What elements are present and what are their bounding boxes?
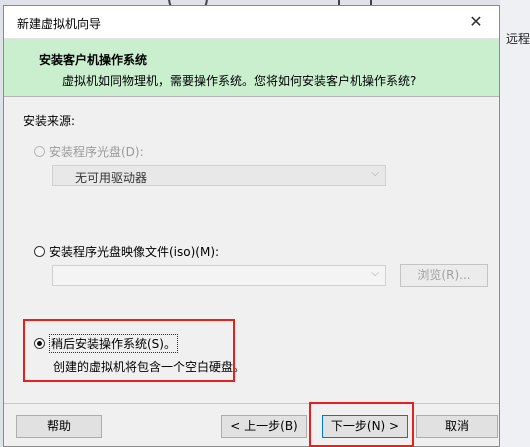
- radio-label: 安装程序光盘(D):: [49, 145, 144, 159]
- dialog-title: 新建虚拟机向导: [17, 17, 102, 31]
- radio-button[interactable]: [34, 146, 45, 157]
- highlight-install-later: [23, 319, 235, 382]
- title-bar: 新建虚拟机向导 ✕: [4, 6, 499, 39]
- chevron-down-icon: ⌵: [371, 168, 379, 179]
- radio-iso-file[interactable]: 安装程序光盘映像文件(iso)(M):: [34, 243, 219, 260]
- radio-button[interactable]: [34, 246, 45, 257]
- wizard-header: 安装客户机操作系统 虚拟机如同物理机，需要操作系统。您将如何安装客户机操作系统?: [4, 39, 499, 97]
- disc-drive-value: 无可用驱动器: [75, 171, 148, 185]
- disc-drive-select[interactable]: 无可用驱动器 ⌵: [52, 165, 386, 186]
- radio-installer-disc[interactable]: 安装程序光盘(D):: [34, 143, 144, 160]
- help-button[interactable]: 帮助: [16, 415, 102, 438]
- chevron-down-icon: ⌵: [371, 268, 379, 279]
- header-title: 安装客户机操作系统: [39, 53, 148, 67]
- close-icon[interactable]: ✕: [453, 6, 499, 38]
- footer-divider: [4, 403, 499, 404]
- install-source-label: 安装来源:: [23, 114, 76, 128]
- back-button[interactable]: < 上一步(B): [221, 415, 307, 438]
- highlight-next-button: [309, 402, 414, 447]
- cancel-button[interactable]: 取消: [416, 415, 498, 438]
- radio-label: 安装程序光盘映像文件(iso)(M):: [49, 245, 220, 259]
- browse-button[interactable]: 浏览(R)...: [400, 264, 488, 287]
- background-app: [500, 0, 530, 447]
- iso-path-combo[interactable]: ⌵: [52, 265, 386, 286]
- new-vm-wizard-dialog: 新建虚拟机向导 ✕ 安装客户机操作系统 虚拟机如同物理机，需要操作系统。您将如何…: [3, 5, 500, 447]
- header-subtitle: 虚拟机如同物理机，需要操作系统。您将如何安装客户机操作系统?: [62, 74, 417, 88]
- background-app-label: 远程: [505, 32, 530, 46]
